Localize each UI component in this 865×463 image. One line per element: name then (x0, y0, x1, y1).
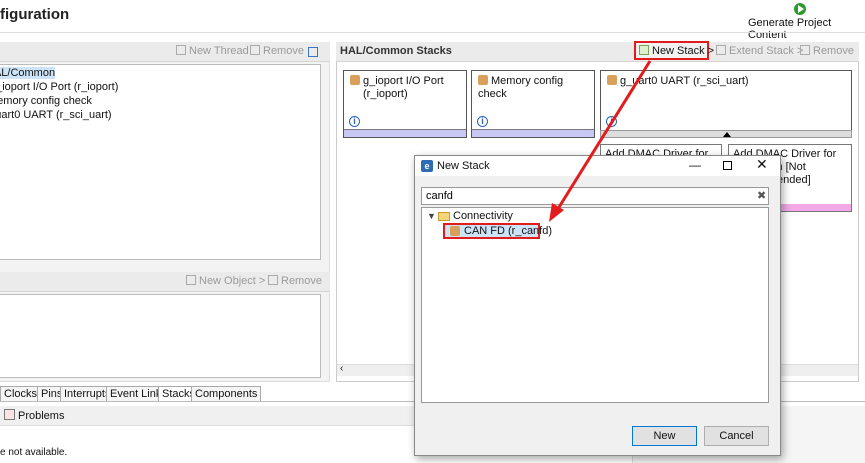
stack-card-ioport[interactable]: g_ioport I/O Port (r_ioport) i (343, 70, 467, 138)
header-divider (0, 32, 865, 33)
cancel-button[interactable]: Cancel (704, 426, 769, 446)
config-tabs: Clocks Pins Interrupts Event Links Stack… (0, 386, 262, 401)
properties-status: e not available. (0, 447, 67, 458)
threads-list: HAL/Common g_ioport I/O Port (r_ioport) … (0, 64, 321, 260)
minimize-icon[interactable]: — (689, 158, 701, 172)
thread-item-hal-common[interactable]: HAL/Common (0, 67, 56, 79)
scroll-left-icon[interactable]: ‹ (340, 363, 343, 374)
new-object-icon (186, 275, 196, 285)
remove-icon (268, 275, 278, 285)
stack-card-bar (344, 129, 466, 137)
thread-item-ioport[interactable]: g_ioport I/O Port (r_ioport) (0, 81, 118, 93)
stack-card-memory-check[interactable]: Memory config check i (471, 70, 595, 138)
problems-label[interactable]: Problems (18, 410, 64, 422)
generate-run-icon[interactable] (794, 3, 806, 15)
stack-card-name: Memory config check (478, 75, 594, 101)
module-icon (450, 226, 460, 236)
dialog-search-input[interactable] (421, 187, 769, 205)
remove-thread-button[interactable]: Remove (250, 45, 304, 57)
maximize-icon[interactable] (723, 161, 732, 170)
new-stack-icon (639, 45, 649, 55)
dialog-title: New Stack (437, 160, 490, 172)
tab-clocks[interactable]: Clocks (0, 386, 42, 401)
module-icon (607, 75, 617, 85)
extend-icon (716, 45, 726, 55)
remove-thread-label: Remove (263, 45, 304, 57)
stack-card-line1: g_ioport I/O Port (363, 75, 444, 87)
properties-status-text: e not available. (0, 447, 68, 458)
collapse-icon[interactable] (308, 47, 318, 57)
page-title: figuration (0, 6, 69, 23)
stack-card-line2: (r_ioport) (363, 88, 408, 100)
clear-search-icon[interactable]: ✖ (757, 189, 766, 202)
new-object-button[interactable]: New Object > (186, 275, 265, 287)
info-icon[interactable]: i (349, 116, 360, 127)
tab-components[interactable]: Components (191, 386, 262, 401)
info-icon[interactable]: i (606, 116, 617, 127)
stack-card-line1: Memory config check (478, 75, 564, 100)
stack-card-name: g_ioport I/O Port (r_ioport) (350, 75, 444, 101)
problems-icon (4, 409, 15, 420)
stacks-title: HAL/Common Stacks (340, 45, 452, 57)
chevron-down-icon[interactable]: ▼ (427, 211, 436, 221)
folder-icon (438, 212, 450, 221)
new-thread-icon (176, 45, 186, 55)
expand-toggle[interactable] (600, 130, 852, 138)
new-button[interactable]: New (632, 426, 697, 446)
remove-icon (800, 45, 810, 55)
app-icon: e (421, 160, 433, 172)
new-thread-label: New Thread (189, 45, 249, 57)
extend-stack-button[interactable]: Extend Stack > (716, 45, 803, 57)
remove-stack-label: Remove (813, 45, 854, 57)
extend-stack-label: Extend Stack > (729, 45, 804, 57)
new-thread-button[interactable]: New Thread (176, 45, 249, 57)
tree-category-connectivity[interactable]: Connectivity (453, 210, 513, 222)
remove-object-button[interactable]: Remove (268, 275, 322, 287)
new-stack-label: New Stack > (652, 45, 715, 57)
generate-project-content-button[interactable]: Generate Project Content (748, 17, 865, 41)
remove-icon (250, 45, 260, 55)
module-icon (478, 75, 488, 85)
stack-card-name: g_uart0 UART (r_sci_uart) (607, 75, 749, 88)
objects-toolbar: New Object > Remove (0, 272, 330, 292)
objects-list (0, 294, 321, 378)
stack-card-uart[interactable]: g_uart0 UART (r_sci_uart) i (600, 70, 852, 132)
thread-item-uart[interactable]: g_uart0 UART (r_sci_uart) (0, 109, 112, 121)
tree-item-canfd[interactable]: CAN FD (r_canfd) (464, 225, 552, 237)
close-icon[interactable]: ✕ (756, 156, 768, 173)
stack-card-line1: g_uart0 UART (r_sci_uart) (620, 75, 749, 87)
info-icon[interactable]: i (477, 116, 488, 127)
thread-item-memory-check[interactable]: Memory config check (0, 95, 92, 107)
module-icon (350, 75, 360, 85)
page-title-text: figuration (0, 6, 70, 23)
new-stack-button[interactable]: New Stack > (634, 41, 714, 60)
remove-object-label: Remove (281, 275, 322, 287)
new-object-label: New Object > (199, 275, 266, 287)
threads-toolbar: New Thread Remove (0, 42, 330, 62)
remove-stack-button[interactable]: Remove (800, 45, 854, 57)
stack-card-bar (472, 129, 594, 137)
